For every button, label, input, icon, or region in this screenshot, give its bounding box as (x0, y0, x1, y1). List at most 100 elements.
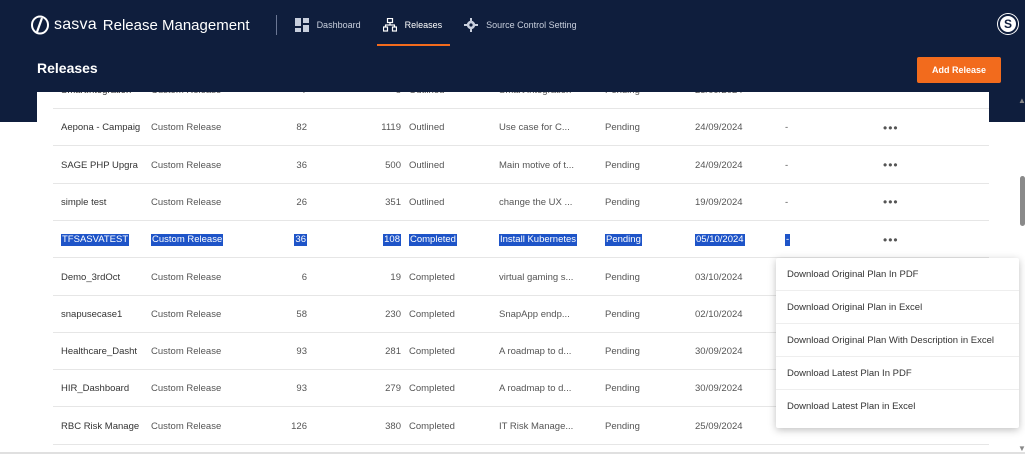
row-more-button[interactable]: ••• (883, 109, 903, 146)
row-count-2: 19 (390, 271, 401, 283)
menu-download-original-description-excel[interactable]: Download Original Plan With Description … (776, 324, 1019, 357)
scrollbar-thumb[interactable] (1020, 176, 1025, 226)
row-date: 03/10/2024 (695, 271, 743, 283)
row-date: 25/09/2024 (695, 92, 759, 109)
row-count-2: 1119 (381, 122, 401, 134)
row-description: Smart integration (499, 92, 587, 109)
row-count-2: 230 (385, 308, 401, 320)
row-description: A roadmap to d... (499, 383, 572, 395)
table-row[interactable]: Aepona - Campaig Custom Release 82 1119 Outl… (53, 109, 989, 147)
row-count-1: 58 (296, 308, 307, 320)
row-count-2: 351 (385, 196, 401, 208)
row-name: simple test (61, 196, 107, 208)
row-dash: - (785, 221, 805, 258)
row-dash: - (785, 196, 789, 208)
vertical-scrollbar[interactable] (1019, 92, 1025, 454)
row-description: Install Kubernetes (499, 221, 587, 258)
table-row[interactable]: simple test Custom Release 26 351 Outlined ch… (53, 184, 989, 221)
row-more-button[interactable]: ••• (883, 184, 903, 221)
brand-name: sasva (54, 16, 97, 33)
table-row[interactable]: SmartIntegration Custom Release 7 8 Outlined… (53, 92, 989, 109)
row-status: Completed (409, 308, 455, 320)
nav-releases[interactable]: Releases (376, 4, 450, 46)
releases-icon (382, 18, 397, 32)
nav-releases-label: Releases (404, 20, 443, 30)
row-state: Pending (605, 196, 640, 208)
add-release-button[interactable]: Add Release (917, 57, 1001, 83)
row-type: Custom Release (151, 196, 222, 208)
row-count-2: 108 (353, 221, 401, 258)
menu-download-original-excel[interactable]: Download Original Plan in Excel (776, 291, 1019, 324)
row-count-1: 36 (296, 159, 307, 171)
row-count-1: 93 (296, 383, 307, 395)
nav-source-control-label: Source Control Setting (486, 20, 577, 30)
row-description: A roadmap to d... (499, 346, 572, 358)
row-status: Completed (409, 420, 455, 432)
row-type: Custom Release (151, 122, 222, 134)
row-count-1: 36 (263, 221, 307, 258)
menu-download-latest-excel[interactable]: Download Latest Plan in Excel (776, 390, 1019, 423)
row-status: Completed (409, 221, 479, 258)
top-navigation-bar: sasva Release Management Dashboard Relea… (30, 4, 1022, 46)
dashboard-icon (294, 18, 309, 32)
row-count-1: 126 (291, 420, 307, 432)
row-date: 24/09/2024 (695, 122, 743, 134)
row-status: Outlined (409, 122, 445, 134)
scroll-down-arrow-icon[interactable]: ▼ (1018, 444, 1025, 453)
row-name: TFSASVATEST (61, 221, 141, 258)
row-state: Pending (605, 271, 640, 283)
user-avatar[interactable]: S (998, 14, 1018, 34)
download-menu: Download Original Plan In PDF Download O… (776, 258, 1019, 428)
row-more-button[interactable] (883, 92, 903, 109)
row-more-button[interactable]: ••• (883, 147, 903, 184)
row-state: Pending (605, 159, 640, 171)
row-state: Pending (605, 122, 640, 134)
row-date-selected-text: 05/10/2024 (695, 233, 745, 246)
row-count-2: 380 (385, 420, 401, 432)
scroll-up-arrow-icon[interactable]: ▲ (1018, 96, 1025, 105)
row-status: Outlined (409, 196, 445, 208)
logo[interactable]: sasva Release Management (30, 15, 250, 35)
row-state: Pending (605, 346, 640, 358)
row-description: Main motive of t... (499, 159, 574, 171)
row-name: HIR_Dashboard (61, 383, 130, 395)
row-dash (785, 92, 805, 109)
row-count-2-selected-text: 108 (383, 233, 401, 246)
row-more-button[interactable]: ••• (883, 221, 903, 258)
row-count-1: 82 (296, 122, 307, 134)
row-state-selected-text: Pending (605, 233, 642, 246)
row-status: Outlined (409, 159, 445, 171)
row-name-selected-text: TFSASVATEST (61, 233, 130, 246)
nav-dashboard-label: Dashboard (316, 20, 361, 30)
row-count-1: 93 (296, 346, 307, 358)
row-date: 19/09/2024 (695, 196, 743, 208)
row-description-selected-text: Install Kubernetes (499, 233, 578, 246)
nav-source-control-setting[interactable]: Source Control Setting (464, 4, 577, 46)
row-name: snapusecase1 (61, 308, 123, 320)
row-name: Aepona - Campaig (61, 122, 141, 134)
row-type: Custom Release (151, 383, 222, 395)
row-state: Pending (605, 221, 665, 258)
menu-download-latest-pdf[interactable]: Download Latest Plan In PDF (776, 357, 1019, 390)
row-description: change the UX ... (499, 196, 573, 208)
row-count-1: 7 (263, 92, 307, 109)
row-dash-selected-text: - (785, 233, 791, 246)
row-date: 30/09/2024 (695, 346, 743, 358)
row-count-1: 26 (296, 196, 307, 208)
row-state: Pending (605, 420, 640, 432)
nav-dashboard[interactable]: Dashboard (294, 4, 361, 46)
table-row[interactable]: SAGE PHP Upgra Custom Release 36 500 Outline… (53, 147, 989, 184)
row-status: Completed (409, 271, 455, 283)
row-count-1: 6 (301, 271, 307, 283)
row-state: Pending (605, 308, 640, 320)
row-type: Custom Release (151, 346, 222, 358)
row-type: Custom Release (151, 159, 222, 171)
row-dash: - (785, 159, 789, 171)
app-name: Release Management (102, 16, 250, 34)
table-row[interactable]: TFSASVATEST Custom Release 36 108 Completed I… (53, 221, 989, 259)
menu-download-original-pdf[interactable]: Download Original Plan In PDF (776, 258, 1019, 291)
row-type: Custom Release (151, 308, 222, 320)
row-status-selected-text: Completed (409, 233, 457, 246)
row-description: virtual gaming s... (499, 271, 574, 283)
row-date: 25/09/2024 (695, 420, 743, 432)
